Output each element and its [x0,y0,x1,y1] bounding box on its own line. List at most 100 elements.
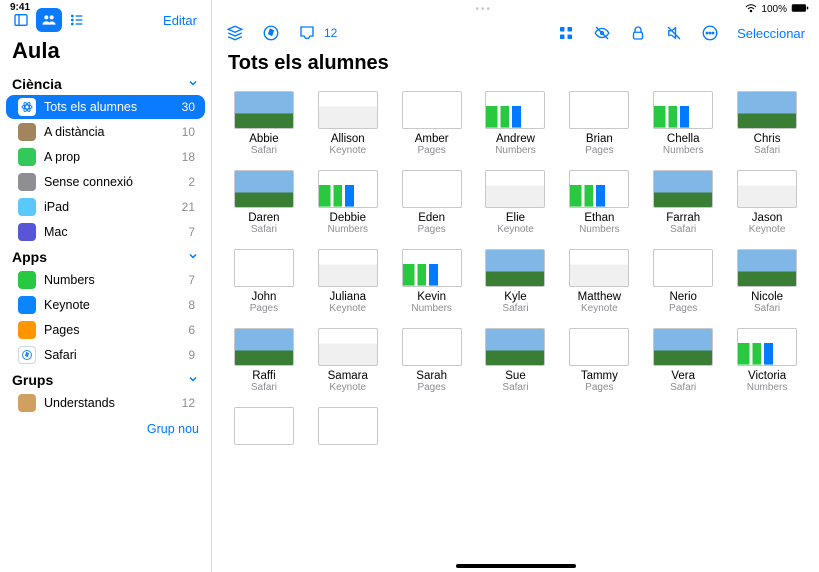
student-card[interactable]: JohnPages [226,249,302,314]
lock-icon[interactable] [625,21,651,45]
student-name: Victoria [748,370,786,382]
student-app: Safari [251,145,277,156]
home-indicator[interactable] [456,564,576,568]
sidebar-item-count: 10 [182,125,195,139]
student-app: Safari [754,145,780,156]
student-thumb [318,91,378,129]
section-header[interactable]: Ciència [0,72,211,94]
people-view-icon[interactable] [36,8,62,32]
sidebar-item-label: A distància [44,125,104,139]
student-thumb [653,249,713,287]
student-card[interactable]: JasonKeynote [729,170,805,235]
student-app: Safari [502,303,528,314]
student-card[interactable]: DarenSafari [226,170,302,235]
student-app: Keynote [581,303,618,314]
student-card[interactable] [310,407,386,449]
student-card[interactable]: SamaraKeynote [310,328,386,393]
student-name: Debbie [330,212,366,224]
sidebar-item-pages[interactable]: Pages6 [6,318,205,342]
mute-icon[interactable] [661,21,687,45]
student-thumb [402,91,462,129]
student-card[interactable]: VeraSafari [645,328,721,393]
student-thumb [653,328,713,366]
student-card[interactable]: VictoriaNumbers [729,328,805,393]
sidebar-item-label: Keynote [44,298,90,312]
list-view-icon[interactable] [64,8,90,32]
student-thumb [737,170,797,208]
student-app: Keynote [329,303,366,314]
sidebar-item-label: Pages [44,323,79,337]
student-card[interactable]: SueSafari [478,328,554,393]
sidebar-item-numbers[interactable]: Numbers 7 [6,268,205,292]
student-thumb [402,170,462,208]
student-thumb [234,249,294,287]
stack-icon[interactable] [222,21,248,45]
student-card[interactable]: BrianPages [561,91,637,156]
student-thumb [485,328,545,366]
sidebar-item-count: 30 [182,100,195,114]
grid-icon[interactable] [553,21,579,45]
student-name: Chris [754,133,781,145]
student-card[interactable]: KyleSafari [478,249,554,314]
student-card[interactable]: KevinNumbers [394,249,470,314]
student-card[interactable]: AmberPages [394,91,470,156]
student-card[interactable]: JulianaKeynote [310,249,386,314]
sidebar-item-safari[interactable]: Safari9 [6,343,205,367]
new-group-button[interactable]: Grup nou [0,416,211,446]
student-name: Samara [328,370,368,382]
student-thumb [234,91,294,129]
eye-off-icon[interactable] [589,21,615,45]
student-card[interactable]: SarahPages [394,328,470,393]
student-thumb [485,249,545,287]
sidebar-item-label: Numbers [44,273,95,287]
sidebar-item-label: A prop [44,150,80,164]
compass-icon[interactable] [258,21,284,45]
student-card[interactable]: AbbieSafari [226,91,302,156]
student-thumb [737,91,797,129]
student-card[interactable]: AndrewNumbers [478,91,554,156]
sidebar-item-mac[interactable]: Mac7 [6,220,205,244]
student-card[interactable]: DebbieNumbers [310,170,386,235]
sidebar-item-count: 8 [188,298,195,312]
select-button[interactable]: Seleccionar [733,22,809,45]
sidebar-item-all[interactable]: Tots els alumnes30 [6,95,205,119]
student-card[interactable]: NicoleSafari [729,249,805,314]
student-name: Tammy [581,370,618,382]
student-card[interactable]: MatthewKeynote [561,249,637,314]
student-card[interactable]: NerioPages [645,249,721,314]
sidebar-item-ipad[interactable]: iPad21 [6,195,205,219]
student-thumb [234,170,294,208]
student-name: Daren [248,212,279,224]
student-card[interactable] [226,407,302,449]
student-card[interactable]: RaffiSafari [226,328,302,393]
student-card[interactable]: EdenPages [394,170,470,235]
student-card[interactable]: TammyPages [561,328,637,393]
edit-button[interactable]: Editar [157,9,203,32]
student-app: Pages [585,145,613,156]
student-thumb [569,249,629,287]
main-area: ••• 100% 12 [212,0,819,572]
student-card[interactable]: ChrisSafari [729,91,805,156]
section-header[interactable]: Grups [0,368,211,390]
student-thumb [569,91,629,129]
sidebar-item-label: Sense connexió [44,175,133,189]
multitask-dots-icon[interactable]: ••• [222,4,745,15]
student-name: Sarah [416,370,447,382]
student-card[interactable]: ElieKeynote [478,170,554,235]
sidebar-item-count: 7 [188,273,195,287]
student-card[interactable]: ChellaNumbers [645,91,721,156]
sidebar-item-dist[interactable]: A distància 10 [6,120,205,144]
more-icon[interactable] [697,21,723,45]
section-header[interactable]: Apps [0,245,211,267]
student-card[interactable]: AllisonKeynote [310,91,386,156]
sidebar-item-und[interactable]: Understands12 [6,391,205,415]
sidebar-item-label: iPad [44,200,69,214]
sidebar-item-off[interactable]: Sense connexió2 [6,170,205,194]
inbox-icon[interactable] [294,21,320,45]
student-app: Keynote [497,224,534,235]
student-app: Pages [250,303,278,314]
student-card[interactable]: FarrahSafari [645,170,721,235]
sidebar-item-keynote[interactable]: Keynote 8 [6,293,205,317]
sidebar-item-prop[interactable]: A prop18 [6,145,205,169]
student-card[interactable]: EthanNumbers [561,170,637,235]
